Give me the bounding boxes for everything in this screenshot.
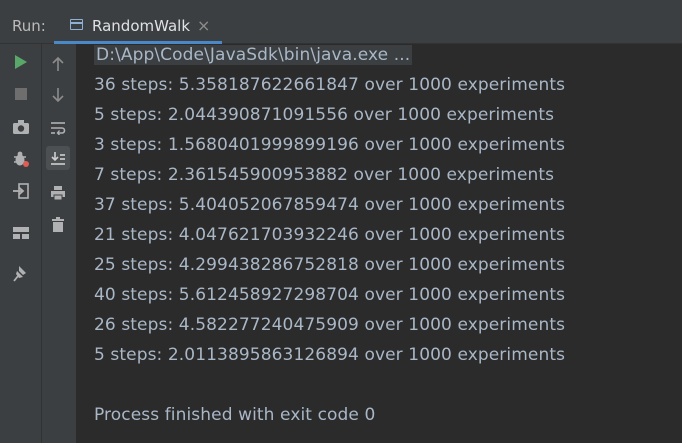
output-line: 5 steps: 2.0113895863126894 over 1000 ex… <box>94 345 566 365</box>
run-label: Run: <box>12 17 46 35</box>
print-icon[interactable] <box>46 181 70 205</box>
debug-icon[interactable] <box>9 147 33 171</box>
scroll-to-end-icon[interactable] <box>46 146 70 170</box>
output-line: 40 steps: 5.612458927298704 over 1000 ex… <box>94 285 566 305</box>
exit-message: Process finished with exit code 0 <box>94 405 376 425</box>
up-arrow-icon[interactable] <box>46 52 70 76</box>
output-line: 3 steps: 1.5680401999899196 over 1000 ex… <box>94 135 566 155</box>
output-line: 21 steps: 4.047621703932246 over 1000 ex… <box>94 225 566 245</box>
tab-title: RandomWalk <box>92 17 191 35</box>
output-line: 7 steps: 2.361545900953882 over 1000 exp… <box>94 165 555 185</box>
output-line: 26 steps: 4.582277240475909 over 1000 ex… <box>94 315 566 335</box>
output-line: 5 steps: 2.044390871091556 over 1000 exp… <box>94 105 555 125</box>
pin-icon[interactable] <box>9 262 33 286</box>
layout-icon[interactable] <box>9 221 33 245</box>
login-icon[interactable] <box>9 179 33 203</box>
command-line: D:\App\Code\JavaSdk\bin\java.exe ... <box>94 45 413 65</box>
console-icon <box>70 19 83 30</box>
trash-icon[interactable] <box>46 213 70 237</box>
soft-wrap-icon[interactable] <box>46 116 70 140</box>
output-line: 36 steps: 5.358187622661847 over 1000 ex… <box>94 75 566 95</box>
run-actions-toolbar <box>0 44 42 443</box>
console-output[interactable]: D:\App\Code\JavaSdk\bin\java.exe ... 36 … <box>77 44 682 443</box>
console-actions-toolbar <box>42 44 77 443</box>
output-line: 25 steps: 4.299438286752818 over 1000 ex… <box>94 255 566 275</box>
output-line: 37 steps: 5.404052067859474 over 1000 ex… <box>94 195 566 215</box>
rerun-icon[interactable] <box>9 50 33 74</box>
camera-icon[interactable] <box>9 115 33 139</box>
tab-randomwalk[interactable]: RandomWalk × <box>54 10 222 44</box>
stop-icon[interactable] <box>9 82 33 106</box>
close-icon[interactable]: × <box>197 16 210 35</box>
java-command[interactable]: D:\App\Code\JavaSdk\bin\java.exe ... <box>94 45 413 65</box>
down-arrow-icon[interactable] <box>46 83 70 107</box>
run-tool-window-header: Run: RandomWalk × <box>0 0 682 44</box>
